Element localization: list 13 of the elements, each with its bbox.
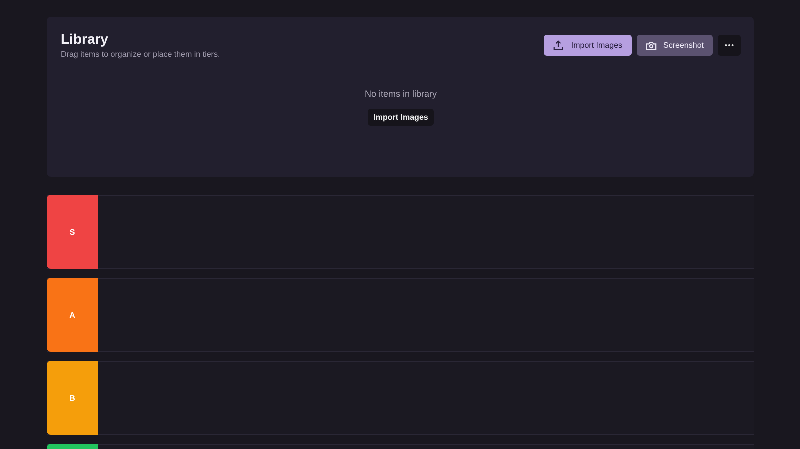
empty-message: No items in library: [364, 89, 438, 99]
import-images-button[interactable]: Import Images: [368, 109, 434, 126]
camera-icon: [646, 40, 657, 50]
tier-name: B: [70, 394, 76, 402]
more-button[interactable]: [718, 35, 741, 56]
library-title: Library: [61, 31, 110, 47]
more-icon: [725, 44, 734, 47]
upload-icon: [553, 40, 564, 51]
screenshot-button[interactable]: Screenshot: [636, 35, 713, 56]
library-subtitle: Drag items to organize or place them in tiers.: [61, 50, 220, 59]
tier-name: A: [70, 310, 76, 320]
tier-name: S: [70, 228, 76, 236]
import-images-button[interactable]: Import Images: [544, 35, 632, 56]
